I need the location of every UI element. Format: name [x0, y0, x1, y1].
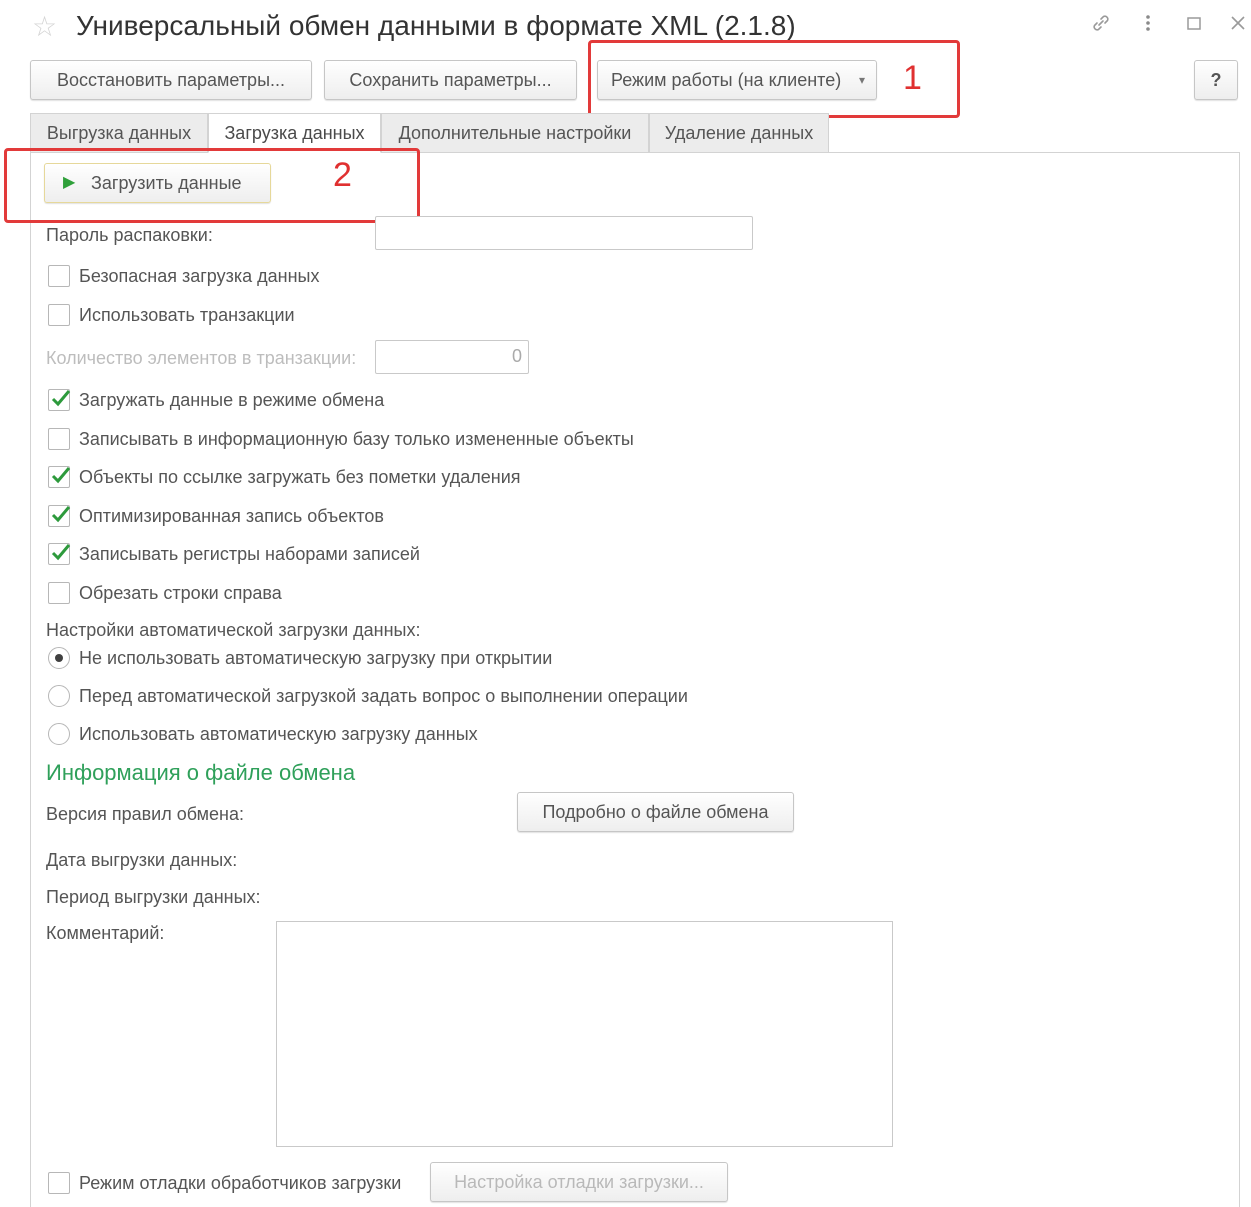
window-title: Универсальный обмен данными в формате XM…	[76, 10, 796, 41]
annotation-number-1: 1	[903, 59, 922, 97]
radio-use-auto-load[interactable]	[48, 723, 70, 745]
only-changed-checkbox[interactable]	[48, 428, 70, 450]
exchange-file-info-heading: Информация о файле обмена	[46, 760, 356, 785]
help-button[interactable]: ?	[1194, 60, 1238, 100]
optimized-write-label: Оптимизированная запись объектов	[79, 506, 384, 526]
tab-export[interactable]: Выгрузка данных	[30, 113, 208, 153]
exchange-file-details-button[interactable]: Подробно о файле обмена	[517, 792, 794, 832]
radio-no-auto-load-label: Не использовать автоматическую загрузку …	[79, 648, 553, 668]
no-deletion-mark-label: Объекты по ссылке загружать без пометки …	[79, 467, 521, 487]
radio-no-auto-load[interactable]	[48, 647, 70, 669]
save-params-button[interactable]: Сохранить параметры...	[324, 60, 577, 100]
auto-load-label: Настройки автоматической загрузки данных…	[46, 620, 421, 640]
checkmark-icon	[51, 506, 71, 523]
annotation-box-2	[4, 148, 420, 223]
export-period-label: Период выгрузки данных:	[46, 887, 261, 907]
radio-ask-before-load-label: Перед автоматической загрузкой задать во…	[79, 686, 688, 706]
trim-right-checkbox[interactable]	[48, 582, 70, 604]
checkmark-icon	[51, 467, 71, 484]
rules-version-label: Версия правил обмена:	[46, 804, 244, 824]
link-icon[interactable]	[1087, 12, 1115, 40]
password-label: Пароль распаковки:	[46, 225, 213, 245]
panel-right-border	[1239, 152, 1240, 1207]
maximize-icon[interactable]	[1180, 12, 1208, 40]
restore-params-button[interactable]: Восстановить параметры...	[30, 60, 312, 100]
tab-underline-right	[381, 152, 1240, 153]
no-deletion-mark-checkbox[interactable]	[48, 466, 71, 488]
radio-ask-before-load[interactable]	[48, 685, 70, 707]
use-transactions-checkbox[interactable]	[48, 304, 70, 326]
more-actions-icon[interactable]	[1134, 12, 1162, 40]
use-transactions-label: Использовать транзакции	[79, 305, 295, 325]
exchange-mode-label: Загружать данные в режиме обмена	[79, 390, 385, 410]
register-sets-checkbox[interactable]	[48, 543, 71, 565]
only-changed-label: Записывать в информационную базу только …	[79, 429, 634, 449]
safe-load-label: Безопасная загрузка данных	[79, 266, 320, 286]
favorite-star-icon[interactable]: ☆	[32, 10, 57, 44]
checkmark-icon	[51, 544, 71, 561]
tx-count-label: Количество элементов в транзакции:	[46, 348, 357, 368]
checkmark-icon	[51, 390, 71, 407]
safe-load-checkbox[interactable]	[48, 265, 70, 287]
radio-use-auto-load-label: Использовать автоматическую загрузку дан…	[79, 724, 478, 744]
annotation-number-2: 2	[333, 156, 352, 194]
trim-right-label: Обрезать строки справа	[79, 583, 282, 603]
comment-label: Комментарий:	[46, 923, 165, 943]
tab-additional-settings[interactable]: Дополнительные настройки	[381, 113, 649, 153]
password-input[interactable]	[375, 216, 753, 250]
tab-delete-data[interactable]: Удаление данных	[649, 113, 829, 153]
exchange-mode-checkbox[interactable]	[48, 389, 71, 411]
debug-settings-button[interactable]: Настройка отладки загрузки...	[430, 1162, 728, 1202]
debug-mode-checkbox[interactable]	[48, 1172, 70, 1194]
panel-left-border	[30, 152, 31, 1207]
debug-mode-label: Режим отладки обработчиков загрузки	[79, 1173, 402, 1193]
register-sets-label: Записывать регистры наборами записей	[79, 544, 420, 564]
tab-import[interactable]: Загрузка данных	[208, 113, 381, 153]
comment-textarea[interactable]	[276, 921, 893, 1147]
close-icon[interactable]	[1224, 12, 1251, 40]
optimized-write-checkbox[interactable]	[48, 505, 71, 527]
tx-count-input[interactable]: 0	[375, 340, 529, 374]
export-date-label: Дата выгрузки данных:	[46, 850, 238, 870]
